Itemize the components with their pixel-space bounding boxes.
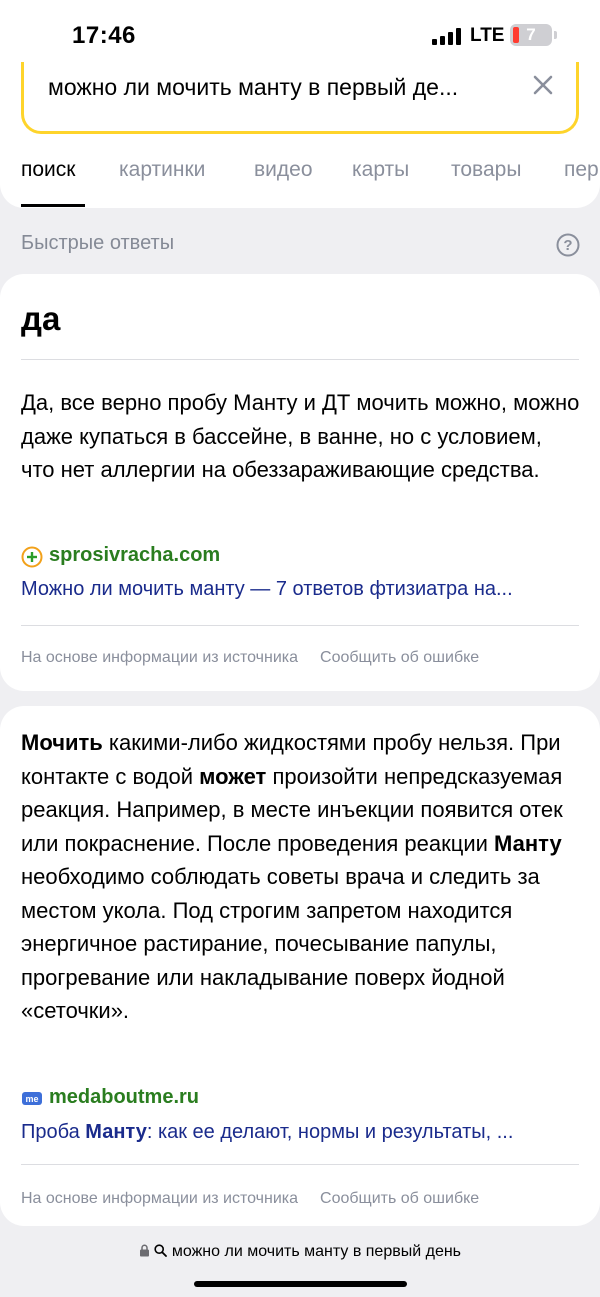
tab-maps[interactable]: карты [352, 158, 409, 208]
source-domain: medaboutme.ru [49, 1086, 200, 1108]
status-time: 17:46 [72, 22, 136, 49]
highlighted-term: Манту [494, 830, 562, 856]
report-error-link[interactable]: Сообщить об ошибке [320, 1190, 479, 1207]
browser-address-bar[interactable]: можно ли мочить манту в первый день [0, 1226, 600, 1297]
source-link[interactable]: Проба Манту: как ее делают, нормы и резу… [21, 1121, 581, 1144]
tab-label: поиск [21, 158, 76, 181]
search-header: можно ли мочить манту в первый де... пои… [0, 62, 600, 208]
battery-icon: 7 [510, 24, 552, 46]
svg-text:?: ? [563, 237, 572, 254]
search-query[interactable]: можно ли мочить манту в первый де... [48, 74, 518, 101]
tab-images[interactable]: картинки [119, 158, 205, 208]
report-error-link[interactable]: Сообщить об ошибке [320, 649, 479, 666]
based-on-source-label: На основе информации из источника [21, 1190, 299, 1207]
battery-tip [554, 31, 557, 39]
quick-answers-title: Быстрые ответы [21, 232, 175, 254]
highlighted-term: Мочить [21, 730, 103, 755]
answer-text: Мочить какими-либо жидкостями пробу нель… [21, 726, 581, 1028]
search-icon [154, 1244, 168, 1257]
cellular-signal-icon [432, 28, 462, 45]
me-logo-icon: me [22, 1092, 42, 1105]
tab-video[interactable]: видео [254, 158, 313, 208]
divider [21, 359, 579, 360]
address-bar-content[interactable]: можно ли мочить манту в первый день [0, 1243, 600, 1261]
status-bar: 17:46 LTE 7 [0, 0, 600, 62]
answer-text: Да, все верно пробу Манту и ДТ мочить мо… [21, 390, 580, 482]
battery-level: 7 [526, 25, 536, 44]
divider [21, 625, 579, 626]
divider [21, 1164, 579, 1165]
search-tabs: поиск картинки видео карты товары пер [21, 158, 600, 208]
text-fragment: необходимо соблюдать советы врача и след… [21, 864, 540, 1023]
tab-search[interactable]: поиск [21, 158, 85, 208]
close-icon[interactable] [530, 72, 556, 98]
text-fragment: Проба [21, 1121, 86, 1143]
source-link[interactable]: Можно ли мочить манту — 7 ответов фтизиа… [21, 578, 581, 601]
network-type: LTE [470, 25, 505, 46]
lock-icon [139, 1244, 149, 1257]
plus-circle-icon [21, 546, 43, 568]
highlighted-term: может [199, 763, 267, 789]
answer-footer: На основе информации из источника Сообщит… [21, 1190, 479, 1208]
based-on-source-label: На основе информации из источника [21, 649, 299, 666]
svg-text:me: me [25, 1094, 38, 1104]
tab-more[interactable]: пер [564, 158, 599, 208]
answer-card-2: Мочить какими-либо жидкостями пробу нель… [0, 706, 600, 1226]
home-indicator [194, 1281, 407, 1287]
answer-title: да [21, 300, 61, 337]
address-bar-query: можно ли мочить манту в первый день [171, 1243, 462, 1260]
search-input[interactable]: можно ли мочить манту в первый де... [21, 62, 579, 134]
source-domain: sprosivracha.com [49, 544, 221, 566]
question-circle-icon[interactable]: ? [556, 233, 580, 257]
tab-products[interactable]: товары [451, 158, 521, 208]
active-tab-underline [21, 204, 85, 207]
answer-card-1: да Да, все верно пробу Манту и ДТ мочить… [0, 274, 600, 691]
answer-footer: На основе информации из источника Сообщит… [21, 649, 479, 667]
highlighted-term: Манту [85, 1121, 147, 1143]
text-fragment: : как ее делают, нормы и результаты, ... [146, 1121, 514, 1143]
